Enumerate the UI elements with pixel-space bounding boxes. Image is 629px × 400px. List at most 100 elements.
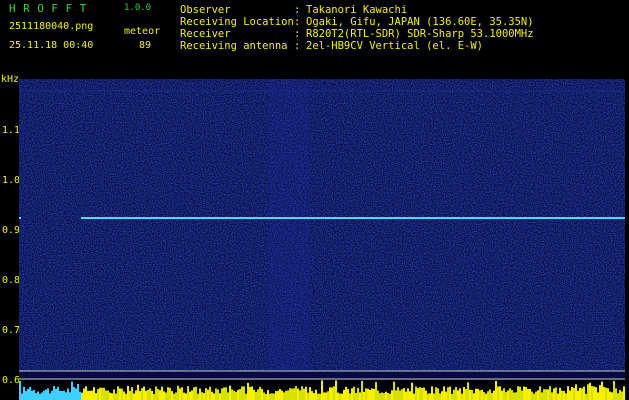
- level-bar: [257, 389, 259, 400]
- level-bar: [261, 388, 263, 400]
- level-bar: [57, 386, 59, 400]
- level-bar: [325, 392, 327, 400]
- y-tick-label: 1.1: [2, 125, 21, 136]
- level-bar: [497, 386, 499, 400]
- level-bar: [585, 393, 587, 400]
- level-bar: [555, 387, 557, 400]
- level-bar: [49, 393, 51, 400]
- level-bar: [353, 386, 355, 400]
- level-bar: [459, 388, 461, 400]
- level-bar: [157, 388, 159, 400]
- level-bar: [311, 391, 313, 400]
- level-bar: [319, 393, 321, 400]
- level-bar: [181, 387, 183, 400]
- level-bar: [595, 387, 597, 400]
- level-bar: [19, 380, 21, 400]
- level-bar: [293, 388, 295, 400]
- level-bar: [33, 390, 35, 400]
- level-bar: [21, 393, 23, 400]
- y-tick-label: 0.9: [2, 225, 21, 236]
- level-bar: [111, 393, 113, 400]
- level-bar: [51, 390, 53, 400]
- level-bar: [75, 388, 77, 400]
- level-bar: [27, 389, 29, 400]
- level-bar: [279, 389, 281, 400]
- level-bar: [339, 393, 341, 400]
- level-bar: [237, 389, 239, 400]
- level-bar: [217, 389, 219, 400]
- noise-band: [269, 79, 309, 371]
- level-bar: [313, 393, 315, 400]
- level-bar: [613, 381, 615, 400]
- level-bar: [503, 388, 505, 400]
- level-bar: [283, 392, 285, 400]
- level-bar: [483, 392, 485, 400]
- level-bar: [531, 391, 533, 400]
- level-bar: [489, 389, 491, 400]
- level-bar: [377, 390, 379, 400]
- level-bar: [477, 388, 479, 400]
- level-bar: [529, 388, 531, 400]
- level-bar: [141, 388, 143, 400]
- level-bar: [535, 391, 537, 400]
- level-bar: [357, 388, 359, 400]
- level-bar: [373, 388, 375, 400]
- level-bar: [429, 393, 431, 400]
- level-bar: [365, 388, 367, 400]
- level-bar: [329, 387, 331, 400]
- level-bar: [135, 390, 137, 400]
- level-bar: [355, 392, 357, 400]
- level-bar: [65, 392, 67, 400]
- level-bar: [83, 388, 85, 400]
- level-bar: [127, 385, 129, 400]
- level-bar: [609, 391, 611, 400]
- level-bar: [241, 386, 243, 400]
- level-bar: [39, 393, 41, 400]
- level-bar: [447, 387, 449, 400]
- level-bar: [375, 382, 377, 400]
- level-bar: [427, 393, 429, 400]
- level-bar: [603, 386, 605, 400]
- y-tick-label: 0.6: [2, 375, 21, 386]
- level-bar: [623, 386, 625, 400]
- level-bar: [621, 391, 623, 400]
- level-bar: [573, 387, 575, 400]
- level-bar: [43, 390, 45, 400]
- level-bar: [435, 387, 437, 400]
- level-bar: [341, 393, 343, 400]
- level-bar: [199, 388, 201, 400]
- level-bar: [411, 382, 413, 400]
- level-bar: [571, 386, 573, 400]
- level-bar: [291, 388, 293, 400]
- level-bar: [307, 392, 309, 400]
- level-bar: [449, 386, 451, 400]
- level-bar: [153, 393, 155, 400]
- level-bar: [327, 391, 329, 400]
- level-bar: [601, 381, 603, 400]
- level-bar: [381, 392, 383, 400]
- level-bar: [513, 392, 515, 400]
- level-bar: [369, 389, 371, 400]
- level-bar: [309, 387, 311, 400]
- level-bar: [99, 387, 101, 400]
- level-bar: [543, 389, 545, 400]
- level-bar: [121, 388, 123, 400]
- level-bar: [175, 392, 177, 400]
- level-bar: [399, 390, 401, 400]
- level-bar: [397, 387, 399, 400]
- level-bar: [501, 390, 503, 400]
- level-bar: [113, 389, 115, 400]
- level-bar: [163, 391, 165, 400]
- level-bar: [193, 387, 195, 400]
- level-bar: [67, 388, 69, 400]
- level-bar: [187, 386, 189, 400]
- level-bar: [173, 393, 175, 400]
- level-bar: [203, 393, 205, 400]
- level-bar: [343, 389, 345, 400]
- level-bar: [277, 390, 279, 400]
- level-bar: [519, 386, 521, 400]
- level-bar: [287, 390, 289, 400]
- level-bar: [159, 390, 161, 400]
- level-bar: [445, 391, 447, 400]
- level-bar: [117, 386, 119, 400]
